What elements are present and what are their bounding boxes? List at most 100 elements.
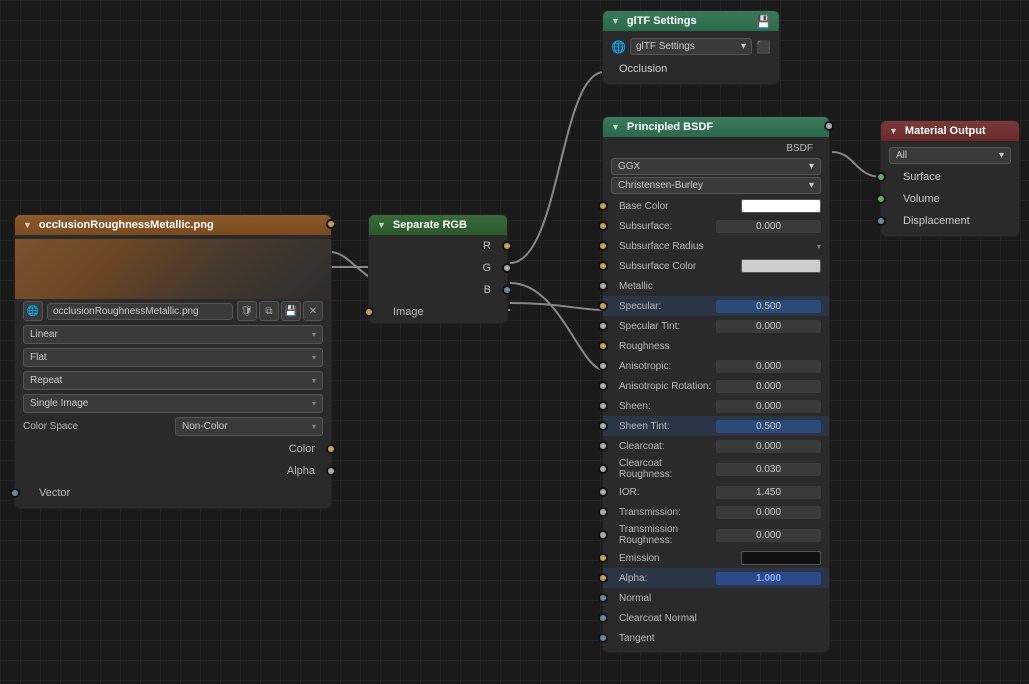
clearcoat-value[interactable]: 0.000 <box>716 440 821 453</box>
interpolation-row: Linear ▾ <box>15 323 331 346</box>
sheen-tint-value[interactable]: 0.500 <box>716 420 821 433</box>
anisotropic-value[interactable]: 0.000 <box>716 360 821 373</box>
surface-input-row: Surface <box>881 166 1019 188</box>
bsdf-normal-row: Normal <box>603 588 829 608</box>
bsdf-tangent-row: Tangent <box>603 628 829 648</box>
projection-row: Flat ▾ <box>15 346 331 369</box>
node-title: Principled BSDF <box>627 121 713 133</box>
clearcoat-roughness-value[interactable]: 0.030 <box>716 463 821 476</box>
transmission-roughness-socket[interactable] <box>598 530 608 540</box>
ior-socket[interactable] <box>598 487 608 497</box>
image-input-socket[interactable] <box>364 307 374 317</box>
volume-input-socket[interactable] <box>876 194 886 204</box>
anisotropic-rotation-socket[interactable] <box>598 381 608 391</box>
vector-input-socket[interactable] <box>10 488 20 498</box>
alpha-value[interactable]: 1.000 <box>716 572 821 585</box>
sheen-socket[interactable] <box>598 401 608 411</box>
vector-input-label: Vector <box>25 487 321 499</box>
clearcoat-label: Clearcoat: <box>619 441 716 452</box>
bsdf-clearcoat-roughness-row: Clearcoat Roughness: 0.030 <box>603 456 829 482</box>
subsurface-color-swatch[interactable] <box>741 259 821 273</box>
collapse-icon[interactable]: ▼ <box>23 220 32 230</box>
transmission-socket[interactable] <box>598 507 608 517</box>
alpha-label: Alpha: <box>619 573 716 584</box>
interpolation-dropdown[interactable]: Linear ▾ <box>23 325 323 344</box>
copy-icon-btn[interactable]: ⧉ <box>259 301 279 321</box>
image-texture-node[interactable]: ▼ occlusionRoughnessMetallic.png 🌐 occlu… <box>14 214 332 509</box>
node-title: Separate RGB <box>393 219 467 231</box>
image-type-icon[interactable]: 🌐 <box>23 301 43 321</box>
gltf-inner-icon: ⬛ <box>756 40 771 54</box>
roughness-socket[interactable] <box>598 341 608 351</box>
principled-bsdf-node[interactable]: ▼ Principled BSDF BSDF GGX ▾ Christensen… <box>602 116 830 653</box>
collapse-icon[interactable]: ▼ <box>377 220 386 230</box>
subsurface-socket[interactable] <box>598 221 608 231</box>
projection-dropdown[interactable]: Flat ▾ <box>23 348 323 367</box>
specular-value[interactable]: 0.500 <box>716 300 821 313</box>
tangent-socket[interactable] <box>598 633 608 643</box>
save-icon-btn[interactable]: 💾 <box>281 301 301 321</box>
extension-dropdown[interactable]: Repeat ▾ <box>23 371 323 390</box>
anisotropic-socket[interactable] <box>598 361 608 371</box>
alpha-socket[interactable] <box>598 573 608 583</box>
anisotropic-rotation-value[interactable]: 0.000 <box>716 380 821 393</box>
chevron-down-icon: ▾ <box>312 330 316 339</box>
subsurface-value[interactable]: 0.000 <box>716 220 821 233</box>
bsdf-output-socket[interactable] <box>824 121 834 131</box>
r-output-socket[interactable] <box>502 241 512 251</box>
bsdf-alpha-row: Alpha: 1.000 <box>603 568 829 588</box>
b-output-socket[interactable] <box>502 285 512 295</box>
bsdf-metallic-row: Metallic <box>603 276 829 296</box>
metallic-socket[interactable] <box>598 281 608 291</box>
displacement-label: Displacement <box>891 215 970 227</box>
sheen-tint-socket[interactable] <box>598 421 608 431</box>
separate-rgb-header[interactable]: ▼ Separate RGB <box>369 215 507 235</box>
clearcoat-socket[interactable] <box>598 441 608 451</box>
source-row: Single Image ▾ <box>15 392 331 415</box>
surface-input-socket[interactable] <box>876 172 886 182</box>
bsdf-clearcoat-row: Clearcoat: 0.000 <box>603 436 829 456</box>
subsurface-method-dropdown[interactable]: Christensen-Burley ▾ <box>611 177 821 194</box>
alpha-output-socket[interactable] <box>326 466 336 476</box>
color-space-dropdown[interactable]: Non-Color ▾ <box>175 417 323 436</box>
displacement-input-socket[interactable] <box>876 216 886 226</box>
base-color-swatch[interactable] <box>741 199 821 213</box>
shield-icon-btn[interactable]: 🛡 <box>237 301 257 321</box>
gltf-settings-node[interactable]: ▼ glTF Settings 💾 🌐 glTF Settings ▾ ⬛ Oc… <box>602 10 780 85</box>
clearcoat-normal-socket[interactable] <box>598 613 608 623</box>
base-color-socket[interactable] <box>598 201 608 211</box>
material-output-node[interactable]: ▼ Material Output All ▾ Surface Volume D… <box>880 120 1020 237</box>
clearcoat-roughness-socket[interactable] <box>598 464 608 474</box>
g-output-socket[interactable] <box>502 263 512 273</box>
specular-socket[interactable] <box>598 301 608 311</box>
collapse-icon[interactable]: ▼ <box>889 126 898 136</box>
image-name-button[interactable]: occlusionRoughnessMetallic.png <box>47 303 233 320</box>
distribution-dropdown[interactable]: GGX ▾ <box>611 158 821 175</box>
image-texture-header[interactable]: ▼ occlusionRoughnessMetallic.png <box>15 215 331 235</box>
material-output-header[interactable]: ▼ Material Output <box>881 121 1019 141</box>
r-output-row: R <box>369 235 507 257</box>
transmission-roughness-value[interactable]: 0.000 <box>716 529 821 542</box>
emission-color-swatch[interactable] <box>741 551 821 565</box>
source-dropdown[interactable]: Single Image ▾ <box>23 394 323 413</box>
collapse-icon[interactable]: ▼ <box>611 122 620 132</box>
material-output-dropdown[interactable]: All ▾ <box>889 147 1011 164</box>
bsdf-anisotropic-rotation-row: Anisotropic Rotation: 0.000 <box>603 376 829 396</box>
color-output-socket[interactable] <box>326 444 336 454</box>
gltf-inner-dropdown[interactable]: glTF Settings ▾ <box>630 38 752 55</box>
specular-tint-socket[interactable] <box>598 321 608 331</box>
transmission-value[interactable]: 0.000 <box>716 506 821 519</box>
subsurface-color-socket[interactable] <box>598 261 608 271</box>
specular-tint-value[interactable]: 0.000 <box>716 320 821 333</box>
close-icon-btn[interactable]: ✕ <box>303 301 323 321</box>
normal-socket[interactable] <box>598 593 608 603</box>
bsdf-header[interactable]: ▼ Principled BSDF <box>603 117 829 137</box>
sheen-value[interactable]: 0.000 <box>716 400 821 413</box>
gltf-header[interactable]: ▼ glTF Settings 💾 <box>603 11 779 31</box>
collapse-icon[interactable]: ▼ <box>611 16 620 26</box>
separate-rgb-node[interactable]: ▼ Separate RGB R G B Image <box>368 214 508 324</box>
subsurface-radius-socket[interactable] <box>598 241 608 251</box>
anisotropic-rotation-label: Anisotropic Rotation: <box>619 381 716 392</box>
emission-socket[interactable] <box>598 553 608 563</box>
ior-value[interactable]: 1.450 <box>716 486 821 499</box>
